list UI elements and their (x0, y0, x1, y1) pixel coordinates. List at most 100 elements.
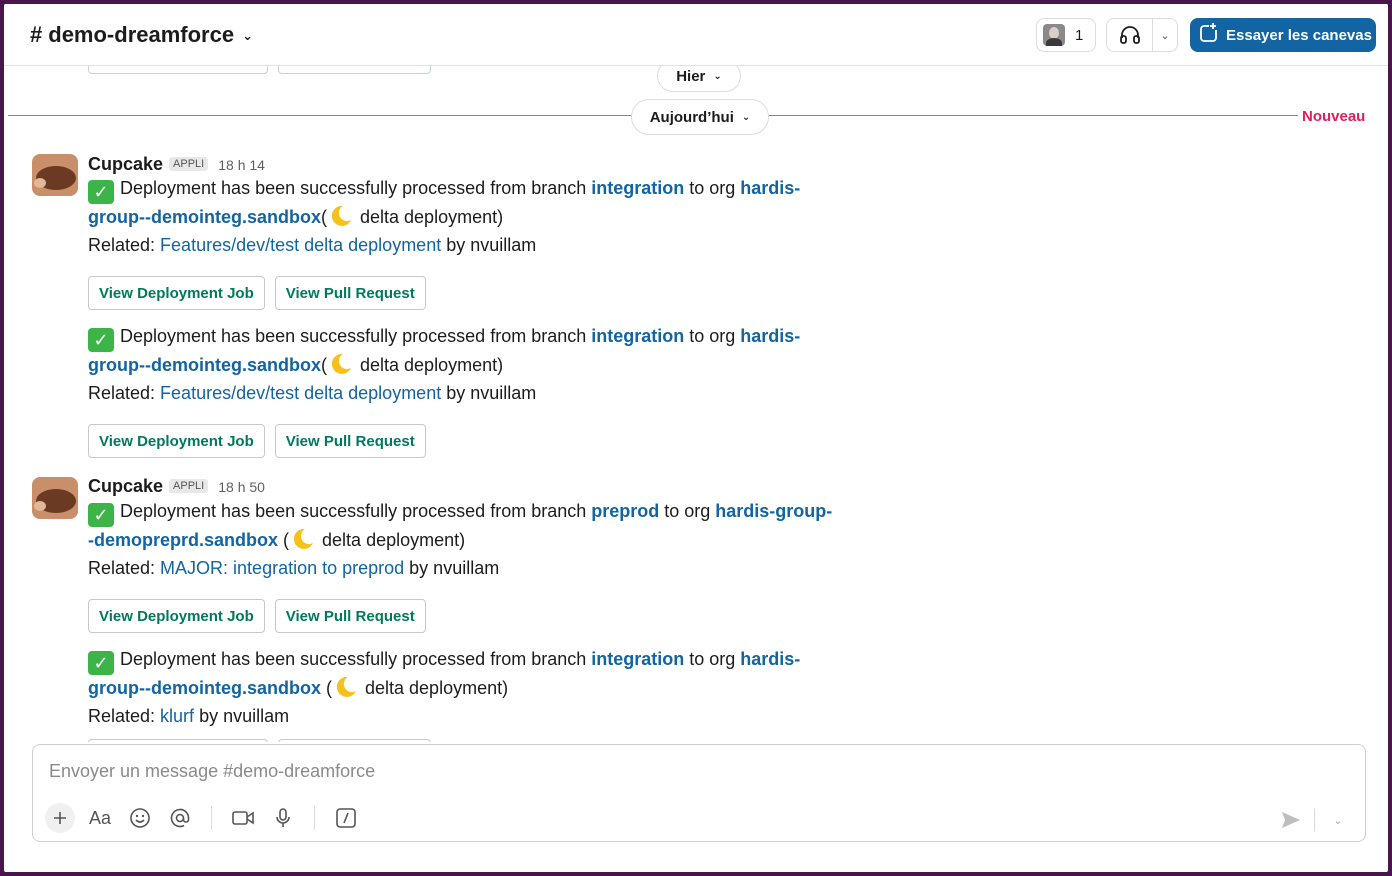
date-jump-today[interactable]: Aujourd’hui ⌄ (631, 99, 769, 135)
related-link[interactable]: MAJOR: integration to preprod (160, 558, 404, 578)
video-icon[interactable] (228, 803, 258, 833)
send-icon[interactable] (1276, 805, 1306, 835)
clipped-button (88, 739, 268, 742)
date-jump-yesterday[interactable]: Hier ⌄ (657, 66, 741, 92)
channel-name: demo-dreamforce (48, 22, 235, 47)
related-link[interactable]: Features/dev/test delta deployment (160, 235, 441, 255)
chevron-down-icon: ⌄ (713, 70, 722, 82)
try-canvas-button[interactable]: Essayer les canevas (1190, 18, 1376, 52)
members-button[interactable]: 1 (1036, 18, 1096, 52)
moon-emoji-icon (331, 353, 351, 374)
canvas-button-label: Essayer les canevas (1226, 26, 1372, 44)
headphones-icon[interactable] (1107, 19, 1153, 51)
message-text: ( (321, 355, 327, 375)
member-avatar (1043, 24, 1065, 46)
mention-icon[interactable] (165, 803, 195, 833)
branch-link[interactable]: integration (591, 178, 684, 198)
formatting-button[interactable]: Aa (85, 803, 115, 833)
check-emoji-icon: ✓ (88, 180, 114, 204)
new-messages-label: Nouveau (1302, 108, 1366, 125)
chevron-down-icon[interactable]: ⌄ (1323, 805, 1353, 835)
channel-hash: # (30, 22, 43, 47)
bot-avatar[interactable] (32, 154, 78, 196)
message-text: to org (684, 178, 741, 198)
message-text: delta deployment) (317, 530, 466, 550)
moon-emoji-icon (331, 205, 351, 226)
view-pull-request-button[interactable]: View Pull Request (274, 599, 426, 633)
moon-emoji-icon (336, 676, 356, 697)
view-pull-request-button[interactable]: View Pull Request (274, 424, 426, 458)
view-pull-request-button[interactable]: View Pull Request (274, 276, 426, 310)
message-time[interactable]: 18 h 50 (218, 479, 265, 495)
related-link[interactable]: klurf (160, 706, 194, 726)
moon-emoji-icon (293, 528, 314, 549)
chevron-down-icon: ⌄ (242, 28, 253, 43)
check-emoji-icon: ✓ (88, 328, 114, 352)
related-link[interactable]: Features/dev/test delta deployment (160, 383, 441, 403)
org-link[interactable]: hardis- (740, 178, 800, 198)
member-count: 1 (1075, 26, 1084, 44)
org-link[interactable]: group--demointeg.sandbox (88, 355, 321, 375)
org-link[interactable]: group--demointeg.sandbox (88, 678, 321, 698)
branch-link[interactable]: integration (591, 326, 684, 346)
message-text: Deployment has been successfully process… (120, 326, 592, 346)
send-divider (1314, 809, 1315, 831)
canvas-icon (1198, 22, 1220, 48)
org-link[interactable]: group--demointeg.sandbox (88, 207, 321, 227)
message-text: Deployment has been successfully process… (120, 178, 592, 198)
composer-toolbar: Aa (45, 803, 361, 833)
view-deployment-job-button[interactable]: View Deployment Job (88, 276, 265, 310)
clipped-button (278, 66, 431, 74)
message-text: to org (659, 501, 716, 521)
toolbar-divider (211, 806, 212, 830)
org-link[interactable]: hardis- (740, 649, 800, 669)
message-list[interactable]: Hier ⌄ Aujourd’hui ⌄ Nouveau Cupcake APP… (4, 66, 1388, 742)
message-text: ( (321, 678, 332, 698)
clipped-button (88, 66, 268, 74)
branch-link[interactable]: preprod (591, 501, 659, 521)
chevron-down-icon[interactable]: ⌄ (1153, 29, 1177, 42)
send-controls: ⌄ (1276, 805, 1353, 835)
message-body: ✓ Deployment has been successfully proces… (88, 646, 848, 730)
plus-icon[interactable] (45, 803, 75, 833)
message-text: Deployment has been successfully process… (120, 501, 592, 521)
related-label: Related: (88, 705, 161, 726)
message-text: delta deployment) (355, 355, 504, 375)
slash-command-icon[interactable] (331, 803, 361, 833)
message-text: ( (321, 207, 327, 227)
chevron-down-icon: ⌄ (741, 111, 751, 123)
microphone-icon[interactable] (268, 803, 298, 833)
check-emoji-icon: ✓ (88, 503, 114, 527)
message-text: delta deployment) (355, 207, 504, 227)
org-link[interactable]: hardis-group- (715, 501, 832, 521)
message-body: ✓ Deployment has been successfully proces… (88, 175, 848, 259)
message-header: Cupcake APPLI 18 h 50 (88, 476, 265, 497)
emoji-icon[interactable] (125, 803, 155, 833)
related-label: Related: (88, 234, 161, 255)
view-deployment-job-button[interactable]: View Deployment Job (88, 424, 265, 458)
related-author: by nvuillam (194, 705, 290, 726)
message-text: to org (684, 326, 741, 346)
message-body: ✓ Deployment has been successfully proces… (88, 323, 848, 407)
message-time[interactable]: 18 h 14 (218, 157, 265, 173)
view-deployment-job-button[interactable]: View Deployment Job (88, 599, 265, 633)
author-name[interactable]: Cupcake (88, 476, 163, 497)
bot-avatar[interactable] (32, 477, 78, 519)
message-text: delta deployment) (360, 678, 509, 698)
author-name[interactable]: Cupcake (88, 154, 163, 175)
message-input[interactable]: Envoyer un message #demo-dreamforce (49, 761, 375, 782)
related-label: Related: (88, 382, 161, 403)
action-buttons: View Deployment Job View Pull Request (88, 276, 426, 310)
action-buttons: View Deployment Job View Pull Request (88, 424, 426, 458)
message-composer[interactable]: Envoyer un message #demo-dreamforce Aa ⌄ (32, 744, 1366, 842)
channel-name-button[interactable]: # demo-dreamforce ⌄ (30, 20, 253, 50)
date-label: Aujourd’hui (649, 108, 734, 126)
app-badge: APPLI (169, 157, 209, 171)
branch-link[interactable]: integration (591, 649, 684, 669)
org-link[interactable]: hardis- (740, 326, 800, 346)
huddle-button[interactable]: ⌄ (1106, 18, 1178, 52)
clipped-button (278, 739, 431, 742)
channel-header: # demo-dreamforce ⌄ 1 ⌄ Essayer les cane… (4, 4, 1388, 66)
org-link[interactable]: -demopreprd.sandbox (88, 530, 278, 550)
related-author: by nvuillam (404, 557, 500, 578)
